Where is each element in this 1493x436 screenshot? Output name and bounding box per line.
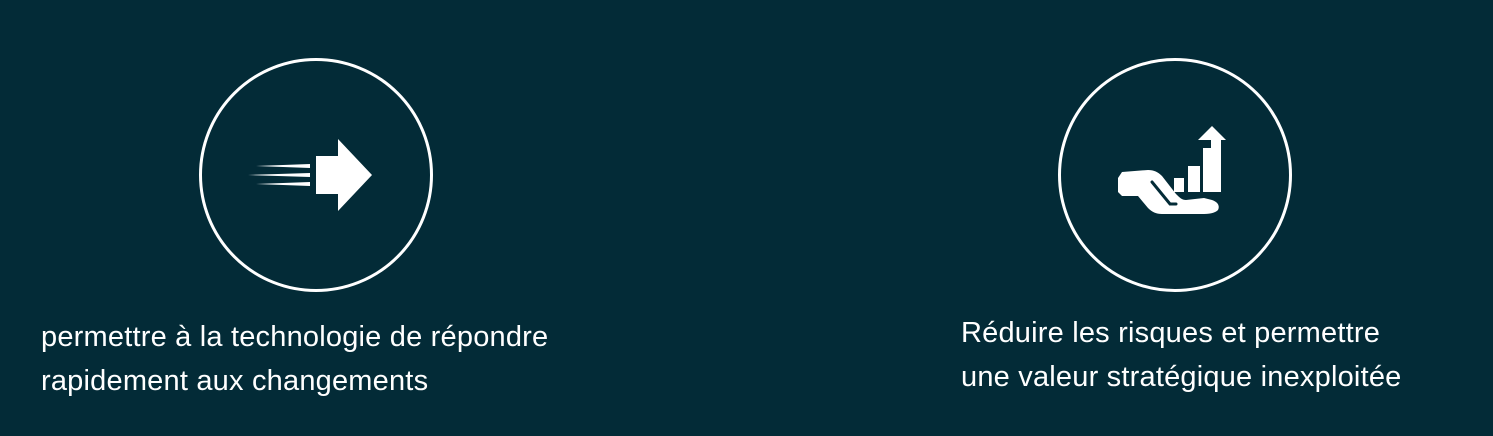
feature-1-caption: permettre à la technologie de répondre r… [41,315,548,403]
feature-1-caption-line-2: rapidement aux changements [41,365,429,397]
feature-1-caption-line-1: permettre à la technologie de répondre [41,321,549,353]
feature-2-icon-circle [1058,58,1292,292]
feature-1-icon-circle [199,58,433,292]
feature-2-caption-line-2: une valeur stratégique inexploitée [961,361,1402,393]
feature-2-caption-line-1: Réduire les risques et permettre [961,317,1381,349]
fast-arrow-icon [248,139,372,211]
feature-2-caption: Réduire les risques et permettre une val… [961,311,1401,399]
hand-growth-chart-icon [1118,126,1226,214]
